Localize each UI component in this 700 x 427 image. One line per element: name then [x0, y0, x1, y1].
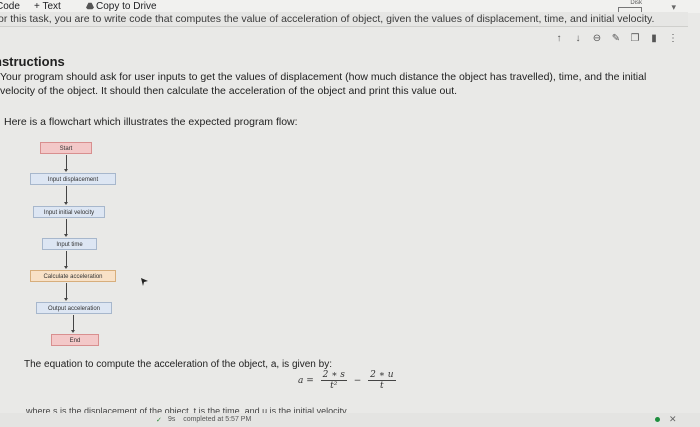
flow-output: Output acceleration: [36, 302, 112, 314]
arrow-up-icon[interactable]: ↑: [554, 33, 564, 44]
instructions-heading: nstructions: [0, 54, 65, 69]
flow-arrow: [64, 283, 68, 301]
status-bar: ✓ 9s completed at 5:57 PM ✕: [0, 413, 700, 427]
check-icon: ✓: [156, 417, 162, 424]
cell-toolbar: ↑ ↓ ⊖ ✎ ❐ ▮ ⋮: [554, 31, 679, 45]
flowchart-intro: Here is a flowchart which illustrates th…: [4, 116, 298, 128]
intro-text: or this task, you are to write code that…: [0, 12, 688, 27]
instructions-paragraph: Your program should ask for user inputs …: [0, 71, 647, 97]
flow-input-time: Input time: [42, 238, 97, 250]
close-icon[interactable]: ✕: [669, 414, 677, 425]
flow-input-displacement: Input displacement: [30, 173, 116, 185]
mouse-cursor-icon: [141, 278, 148, 286]
formula-lhs: a =: [298, 376, 314, 386]
execution-duration: 9s: [168, 416, 176, 423]
link-icon[interactable]: ⊖: [592, 33, 602, 44]
flow-arrow: [71, 315, 75, 333]
arrow-down-icon[interactable]: ↓: [573, 33, 583, 44]
flow-arrow: [64, 155, 68, 172]
pencil-icon[interactable]: ✎: [611, 33, 621, 44]
formula-denominator-1: t²: [330, 381, 338, 391]
formula-term-2: 2 ∗ u t: [368, 370, 396, 391]
formula-minus: −: [353, 376, 362, 386]
flow-calculate: Calculate acceleration: [30, 270, 116, 282]
flow-start: Start: [40, 142, 92, 154]
execution-completed: completed at 5:57 PM: [183, 416, 252, 423]
runtime-status-icon: [655, 417, 660, 422]
formula-term-1: 2 ∗ s t²: [320, 370, 347, 391]
acceleration-formula: a = 2 ∗ s t² − 2 ∗ u t: [298, 370, 400, 391]
copy-to-drive-label: Copy to Drive: [96, 1, 157, 12]
flow-end: End: [51, 334, 99, 346]
disk-label: Disk: [630, 0, 642, 6]
formula-numerator-1: 2 ∗ s: [320, 370, 347, 381]
execution-status: 9s completed at 5:57 PM: [168, 416, 251, 423]
flow-arrow: [64, 219, 68, 237]
formula-denominator-2: t: [380, 381, 384, 391]
flow-arrow: [64, 251, 68, 269]
trash-icon[interactable]: ▮: [649, 33, 659, 44]
equation-intro: The equation to compute the acceleration…: [24, 359, 332, 370]
copy-icon[interactable]: ❐: [630, 33, 640, 44]
more-icon[interactable]: ⋮: [668, 33, 678, 44]
drive-icon: [86, 2, 94, 10]
flow-arrow: [64, 186, 68, 205]
formula-numerator-2: 2 ∗ u: [368, 370, 396, 381]
flow-input-velocity: Input initial velocity: [33, 206, 105, 218]
